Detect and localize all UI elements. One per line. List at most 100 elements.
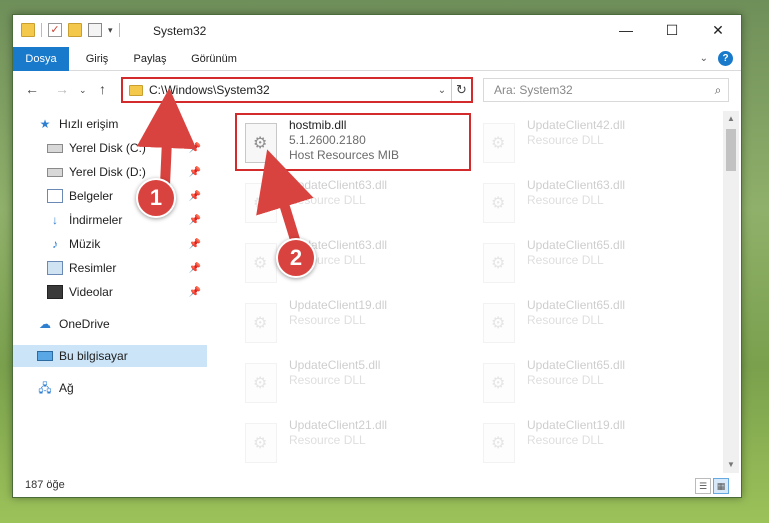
back-arrow-icon[interactable]: ← xyxy=(25,81,39,97)
toolbar-divider xyxy=(118,23,120,37)
pin-icon[interactable]: 📌 xyxy=(189,263,201,274)
scroll-down-icon[interactable]: ▼ xyxy=(723,457,739,473)
file-item[interactable]: ⚙ UpdateClient63.dll Resource DLL xyxy=(471,175,691,231)
up-arrow-icon[interactable]: ↑ xyxy=(99,81,106,97)
sidebar-item-onedrive[interactable]: ☁ OneDrive xyxy=(13,313,207,335)
sidebar-item-this-pc[interactable]: Bu bilgisayar xyxy=(13,345,207,367)
file-description: Resource DLL xyxy=(527,253,604,267)
computer-icon xyxy=(37,351,53,361)
minimize-button[interactable]: — xyxy=(603,15,649,45)
file-name: UpdateClient63.dll xyxy=(527,178,626,192)
sidebar-item-label: Yerel Disk (C:) xyxy=(69,141,146,155)
sidebar-item-network[interactable]: 🖧 Ağ xyxy=(13,377,207,399)
file-description: Resource DLL xyxy=(527,373,604,387)
forward-arrow-icon[interactable]: → xyxy=(55,81,69,97)
sidebar-item-quick-access[interactable]: ★ Hızlı erişim xyxy=(13,113,207,135)
navigation-pane: ★ Hızlı erişim Yerel Disk (C:) 📌 Yerel D… xyxy=(13,111,209,473)
maximize-button[interactable]: ☐ xyxy=(649,15,695,45)
new-folder-icon[interactable] xyxy=(68,23,82,37)
tiles-view-icon[interactable]: ▦ xyxy=(713,478,729,494)
sidebar-item-label: Videolar xyxy=(69,285,113,299)
scroll-thumb[interactable] xyxy=(726,129,736,171)
sidebar-item-music[interactable]: ♪ Müzik 📌 xyxy=(13,233,207,255)
step-2-badge: 2 xyxy=(276,238,316,278)
expand-ribbon-icon[interactable]: ⌄ xyxy=(700,53,708,64)
sidebar-item-label: Resimler xyxy=(69,261,117,275)
sidebar-item-label: Hızlı erişim xyxy=(59,117,119,131)
sidebar-item-disk-d[interactable]: Yerel Disk (D:) 📌 xyxy=(13,161,207,183)
navigation-bar: ← → ⌄ ↑ C:\Windows\System32 ⌄ ↻ Ara: Sys… xyxy=(13,72,741,106)
recent-locations-icon[interactable]: ⌄ xyxy=(79,85,87,96)
tab-view[interactable]: Görünüm xyxy=(183,47,245,71)
file-description: Resource DLL xyxy=(289,433,366,447)
pin-icon[interactable]: 📌 xyxy=(189,215,201,226)
title-bar: ✓ ▾ System32 — ☐ ✕ xyxy=(13,15,741,47)
sidebar-item-downloads[interactable]: ↓ İndirmeler 📌 xyxy=(13,209,207,231)
highlight-box xyxy=(235,113,471,171)
pin-icon[interactable]: 📌 xyxy=(189,191,201,202)
file-item[interactable]: ⚙ UpdateClient21.dll Resource DLL xyxy=(233,415,453,471)
file-description: Resource DLL xyxy=(289,313,366,327)
tab-file[interactable]: Dosya xyxy=(13,47,69,71)
scroll-up-icon[interactable]: ▲ xyxy=(723,111,739,127)
close-button[interactable]: ✕ xyxy=(695,15,741,45)
tab-home[interactable]: Giriş xyxy=(75,47,119,71)
file-name: UpdateClient65.dll xyxy=(527,358,626,372)
dll-file-icon: ⚙ xyxy=(245,423,277,463)
file-item[interactable]: ⚙ UpdateClient63.dll Resource DLL xyxy=(233,235,453,291)
sidebar-item-label: İndirmeler xyxy=(69,213,123,227)
properties-icon[interactable] xyxy=(88,23,102,37)
pin-icon[interactable]: 📌 xyxy=(189,239,201,250)
file-description: Resource DLL xyxy=(527,133,604,147)
sidebar-item-documents[interactable]: Belgeler 📌 xyxy=(13,185,207,207)
file-item[interactable]: ⚙ UpdateClient65.dll Resource DLL xyxy=(471,235,691,291)
file-item[interactable]: ⚙ UpdateClient19.dll Resource DLL xyxy=(471,415,691,471)
help-icon[interactable]: ? xyxy=(718,51,733,66)
pictures-icon xyxy=(47,261,63,275)
vertical-scrollbar[interactable]: ▲ ▼ xyxy=(723,111,739,473)
sidebar-item-videos[interactable]: Videolar 📌 xyxy=(13,281,207,303)
details-view-icon[interactable]: ☰ xyxy=(695,478,711,494)
sidebar-item-label: Belgeler xyxy=(69,189,114,203)
sidebar-item-disk-c[interactable]: Yerel Disk (C:) 📌 xyxy=(13,137,207,159)
file-item[interactable]: ⚙ UpdateClient5.dll Resource DLL xyxy=(233,355,453,411)
file-item[interactable]: ⚙ UpdateClient65.dll Resource DLL xyxy=(471,355,691,411)
file-item[interactable]: ⚙ UpdateClient42.dll Resource DLL xyxy=(471,115,691,171)
dll-file-icon: ⚙ xyxy=(245,183,277,223)
pin-icon[interactable]: 📌 xyxy=(189,143,201,154)
refresh-icon[interactable]: ↻ xyxy=(451,79,471,101)
folder-icon xyxy=(129,84,143,96)
pin-icon[interactable]: 📌 xyxy=(189,167,201,178)
disk-icon xyxy=(47,143,63,153)
ribbon-tabs: Dosya Giriş Paylaş Görünüm ⌄ ? xyxy=(13,47,741,71)
sidebar-item-label: Bu bilgisayar xyxy=(59,349,128,363)
cloud-icon: ☁ xyxy=(39,317,51,331)
sidebar-item-label: Müzik xyxy=(69,237,101,251)
ribbon-right-controls: ⌄ ? xyxy=(700,51,733,66)
search-box[interactable]: Ara: System32 ⌕ xyxy=(483,78,729,102)
pin-icon[interactable]: 📌 xyxy=(189,287,201,298)
search-input[interactable]: Ara: System32 xyxy=(494,83,708,97)
address-bar[interactable]: C:\Windows\System32 ⌄ ↻ xyxy=(121,77,473,103)
file-description: Resource DLL xyxy=(289,373,366,387)
folder-icon xyxy=(21,23,35,37)
customize-toolbar-icon[interactable]: ▾ xyxy=(108,25,113,36)
dll-file-icon: ⚙ xyxy=(245,303,277,343)
chevron-down-icon[interactable]: ⌄ xyxy=(433,85,451,96)
toolbar-divider xyxy=(41,23,42,37)
sidebar-item-pictures[interactable]: Resimler 📌 xyxy=(13,257,207,279)
address-path[interactable]: C:\Windows\System32 xyxy=(149,83,433,97)
file-description: Resource DLL xyxy=(289,193,366,207)
file-name: UpdateClient65.dll xyxy=(527,298,626,312)
properties-check-icon[interactable]: ✓ xyxy=(48,23,62,37)
file-name: UpdateClient65.dll xyxy=(527,238,626,252)
dll-file-icon: ⚙ xyxy=(483,423,515,463)
file-item[interactable]: ⚙ UpdateClient63.dll Resource DLL xyxy=(233,175,453,231)
quick-access-toolbar: ✓ ▾ xyxy=(21,23,120,37)
dll-file-icon: ⚙ xyxy=(483,363,515,403)
file-item[interactable]: ⚙ UpdateClient19.dll Resource DLL xyxy=(233,295,453,351)
tab-share[interactable]: Paylaş xyxy=(125,47,175,71)
search-icon[interactable]: ⌕ xyxy=(708,83,728,98)
dll-file-icon: ⚙ xyxy=(245,363,277,403)
file-item[interactable]: ⚙ UpdateClient65.dll Resource DLL xyxy=(471,295,691,351)
